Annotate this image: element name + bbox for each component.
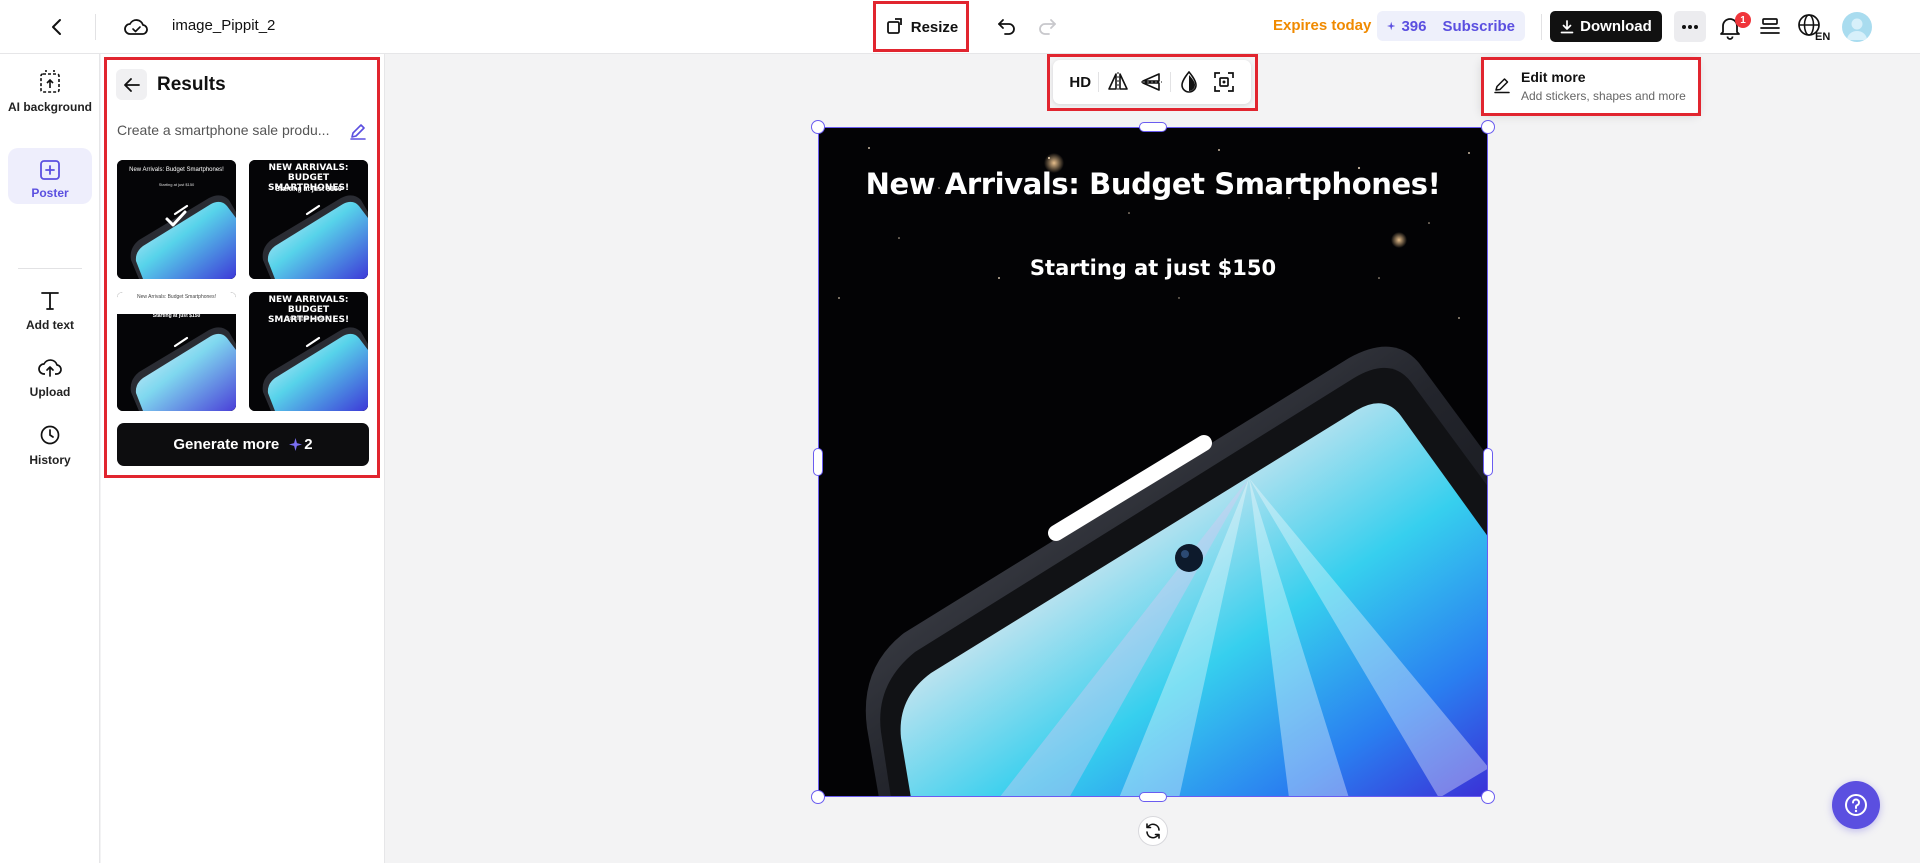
arrow-left-icon <box>123 77 140 92</box>
sidebar-item-poster[interactable]: Poster <box>8 148 92 204</box>
poster-image <box>819 128 1487 796</box>
file-name[interactable]: image_Pippit_2( <box>172 17 276 34</box>
cloud-save-icon[interactable] <box>122 13 150 41</box>
resize-handle-bottom-right[interactable] <box>1481 790 1495 804</box>
ai-background-icon <box>36 68 64 96</box>
more-options-button[interactable] <box>1674 11 1706 42</box>
credits-pill[interactable]: 396 Subscribe <box>1377 11 1525 41</box>
thumbnail-subline: Starting at just $150 <box>152 313 201 319</box>
resize-icon <box>886 18 902 34</box>
selected-check-icon <box>165 210 187 227</box>
poster-icon <box>36 156 64 184</box>
sidebar-item-label: Add text <box>26 318 74 332</box>
divider <box>95 14 96 40</box>
resize-handle-left[interactable] <box>813 448 823 476</box>
flip-vertical-icon <box>1141 73 1162 91</box>
thumbnail-subline: Starting at just $150 <box>158 182 195 187</box>
question-icon <box>1845 794 1867 816</box>
generate-more-button[interactable]: Generate more 2 <box>117 423 369 466</box>
results-panel: Results Create a smartphone sale produ..… <box>101 54 385 863</box>
download-button[interactable]: Download <box>1550 11 1662 42</box>
language-label: EN <box>1815 31 1830 42</box>
left-rail: AI background Poster Add text Upload His… <box>0 54 100 863</box>
resize-handle-top-right[interactable] <box>1481 120 1495 134</box>
redo-icon[interactable] <box>1035 14 1059 38</box>
resize-label: Resize <box>910 18 959 36</box>
sparkle-icon <box>1387 21 1396 31</box>
subscribe-link[interactable]: Subscribe <box>1442 18 1515 35</box>
thumbnail-subline: Starting at just $150 <box>286 316 331 322</box>
edit-prompt-icon[interactable] <box>348 121 368 141</box>
divider <box>1170 72 1172 92</box>
resize-handle-right[interactable] <box>1483 448 1493 476</box>
thumbnail-headline: New Arrivals: Budget Smartphones! <box>129 167 224 173</box>
resize-handle-bottom-left[interactable] <box>811 790 825 804</box>
result-thumbnail-1[interactable]: New Arrivals: Budget Smartphones! Starti… <box>117 160 236 279</box>
back-icon[interactable] <box>44 14 70 40</box>
rotate-handle[interactable] <box>1138 816 1168 846</box>
result-thumbnail-4[interactable]: NEW ARRIVALS: BUDGET SMARTPHONES! Starti… <box>249 292 368 411</box>
resize-handle-top-left[interactable] <box>811 120 825 134</box>
poster-subline[interactable]: Starting at just $150 <box>819 256 1487 280</box>
sidebar-item-ai-background[interactable]: AI background <box>8 68 92 130</box>
crop-button[interactable] <box>1207 66 1241 98</box>
droplet-icon <box>1181 71 1198 93</box>
sidebar-item-label: AI background <box>8 100 93 114</box>
prompt-text: Create a smartphone sale produ... <box>117 122 330 138</box>
rotate-icon <box>1146 823 1160 839</box>
sparkle-icon <box>289 438 303 451</box>
edit-more-title: Edit more <box>1521 69 1586 85</box>
results-back-button[interactable] <box>116 69 147 100</box>
result-thumbnail-2[interactable]: NEW ARRIVALS: BUDGET SMARTPHONES! Starti… <box>249 160 368 279</box>
more-icon <box>1682 24 1698 29</box>
image-toolbar: HD <box>1053 60 1251 104</box>
sidebar-item-label: History <box>29 453 71 467</box>
results-title: Results <box>157 74 226 95</box>
sidebar-item-upload[interactable]: Upload <box>8 353 92 400</box>
resize-handle-bottom[interactable] <box>1139 792 1167 802</box>
poster-canvas[interactable]: New Arrivals: Budget Smartphones! Starti… <box>818 127 1488 797</box>
flip-horizontal-button[interactable] <box>1100 66 1134 98</box>
help-button[interactable] <box>1832 781 1880 829</box>
result-thumbnail-3[interactable]: New Arrivals: Budget Smartphones! Starti… <box>117 292 236 411</box>
generate-cost-value: 2 <box>304 436 313 453</box>
divider <box>1098 72 1100 92</box>
expires-label: Expires today <box>1273 17 1372 34</box>
resize-handle-top[interactable] <box>1139 122 1167 132</box>
thumbnail-subline: Starting at just $150 <box>275 186 342 193</box>
sidebar-item-history[interactable]: History <box>8 421 92 468</box>
upload-icon <box>36 353 64 381</box>
pencil-icon <box>1494 78 1510 94</box>
hd-button[interactable]: HD <box>1063 66 1097 98</box>
sidebar-item-add-text[interactable]: Add text <box>8 286 92 333</box>
top-bar: image_Pippit_2( Resize Expires today 396… <box>0 0 1920 54</box>
generate-more-label: Generate more <box>173 436 280 453</box>
sidebar-item-label: Upload <box>29 385 71 399</box>
resize-button[interactable]: Resize <box>876 2 967 52</box>
crop-focus-icon <box>1213 72 1234 92</box>
language-globe-icon[interactable]: EN <box>1796 12 1830 43</box>
avatar[interactable] <box>1842 12 1872 42</box>
undo-icon[interactable] <box>995 14 1019 38</box>
generate-cost: 2 <box>289 436 313 453</box>
history-icon <box>36 421 64 449</box>
divider <box>18 268 82 269</box>
hd-label: HD <box>1069 73 1092 91</box>
flip-horizontal-icon <box>1107 72 1128 92</box>
notification-badge: 1 <box>1735 12 1751 28</box>
sidebar-item-label: Poster <box>31 186 69 200</box>
flip-vertical-button[interactable] <box>1135 66 1169 98</box>
text-icon <box>36 286 64 314</box>
poster-headline[interactable]: New Arrivals: Budget Smartphones! <box>819 167 1487 201</box>
credits-count: 396 <box>1401 17 1427 35</box>
opacity-button[interactable] <box>1172 66 1206 98</box>
thumbnail-headline: New Arrivals: Budget Smartphones! <box>137 294 216 300</box>
divider <box>1541 14 1542 40</box>
edit-more-subtitle: Add stickers, shapes and more <box>1521 89 1686 103</box>
download-icon <box>1560 19 1574 33</box>
layers-icon[interactable] <box>1756 13 1784 41</box>
download-label: Download <box>1580 18 1652 35</box>
edit-more-menu-item[interactable]: Edit more Add stickers, shapes and more <box>1481 58 1699 114</box>
